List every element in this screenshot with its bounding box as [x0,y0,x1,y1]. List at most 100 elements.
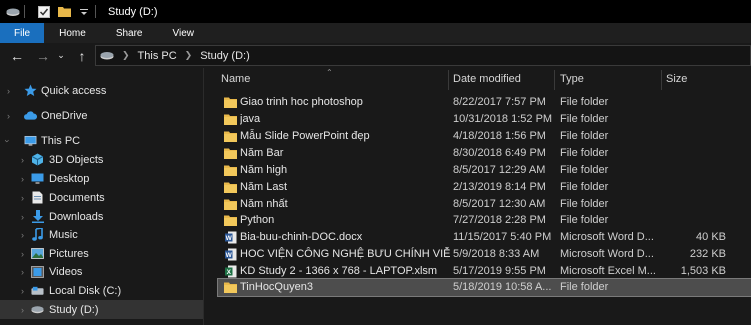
back-button[interactable]: ← [6,45,28,67]
file-size [666,111,726,128]
tab-view[interactable]: View [158,23,210,43]
file-type: File folder [560,281,609,293]
svg-text:W: W [225,235,232,242]
column-header-size[interactable]: Size [666,68,746,90]
file-name: TinHocQuyen3 [240,281,313,293]
chevron-right-icon[interactable]: › [21,286,24,296]
recent-locations-button[interactable]: ⌄ [54,45,68,67]
title-separator [95,5,96,18]
address-bar[interactable]: ❯ This PC ❯ Study (D:) [95,45,751,66]
new-folder-icon[interactable] [57,5,71,19]
chevron-right-icon[interactable]: › [21,212,24,222]
desktop-icon [31,172,44,185]
nav-label: Study (D:) [49,303,99,316]
nav-item-onedrive[interactable]: › OneDrive [0,106,203,125]
customize-chevron-icon[interactable] [77,5,91,19]
file-date: 7/27/2018 2:28 PM [453,214,546,226]
video-icon [31,265,44,278]
column-header-name[interactable]: Name [221,68,446,90]
table-row[interactable]: X KD Study 2 - 1366 x 768 - LAPTOP.xlsm … [218,263,751,280]
excel-icon: X [224,265,237,278]
chevron-right-icon[interactable]: › [21,230,24,240]
folder-icon [224,198,237,211]
file-size: 232 KB [689,248,726,260]
nav-item-local-disk-c[interactable]: › Local Disk (C:) [0,281,203,300]
breadcrumb-study-d[interactable]: Study (D:) [200,50,250,62]
file-size [666,212,726,229]
chevron-right-icon[interactable]: › [21,267,24,277]
nav-item-videos[interactable]: › Videos [0,262,203,281]
column-divider[interactable] [448,70,449,90]
chevron-right-icon[interactable]: › [21,155,24,165]
table-row[interactable]: Năm high 8/5/2017 12:29 AM File folder [218,162,751,179]
table-row[interactable]: Python 7/27/2018 2:28 PM File folder [218,212,751,229]
window-title: Study (D:) [108,5,158,18]
column-header-type[interactable]: Type [560,68,660,90]
nav-item-study-d[interactable]: › Study (D:) [0,300,203,319]
drive-icon [31,303,44,316]
file-date: 8/5/2017 12:30 AM [453,198,546,210]
file-type: File folder [560,113,609,125]
svg-text:X: X [226,269,231,276]
chevron-right-icon[interactable]: › [21,249,24,259]
nav-item-this-pc[interactable]: › This PC [0,131,203,150]
file-date: 11/15/2017 5:40 PM [453,231,552,243]
drive-icon [31,284,44,297]
title-separator [24,5,25,18]
table-row[interactable]: Giao trinh hoc photoshop 8/22/2017 7:57 … [218,94,751,111]
chevron-right-icon[interactable]: › [21,174,24,184]
file-list: ⌃ Name Date modified Type Size Giao trin… [204,68,751,325]
word-icon: W [224,248,237,261]
file-type: File folder [560,214,609,226]
file-date: 4/18/2018 1:56 PM [453,130,546,142]
file-type: File folder [560,130,609,142]
file-size [666,279,726,296]
table-row[interactable]: Mẫu Slide PowerPoint đẹp 4/18/2018 1:56 … [218,128,751,145]
table-row[interactable]: Năm Last 2/13/2019 8:14 PM File folder [218,179,751,196]
chevron-right-icon[interactable]: › [7,86,10,96]
breadcrumb-this-pc[interactable]: This PC [138,50,177,62]
nav-item-quick-access[interactable]: › Quick access [0,81,203,100]
file-name: KD Study 2 - 1366 x 768 - LAPTOP.xlsm [240,265,438,277]
file-type: File folder [560,164,609,176]
file-date: 10/31/2018 1:52 PM [453,113,553,125]
file-name: Giao trinh hoc photoshop [240,96,363,108]
document-icon [31,191,44,204]
file-size [666,128,726,145]
table-row[interactable]: W HOC VIỆN CÔNG NGHỆ BƯU CHÍNH VIỄ... 5/… [218,246,751,263]
folder-icon [224,96,237,109]
chevron-right-icon[interactable]: › [21,305,24,315]
chevron-down-icon[interactable]: › [3,139,13,142]
properties-check-icon[interactable] [37,5,51,19]
nav-item-desktop[interactable]: › Desktop [0,169,203,188]
forward-button[interactable]: → [32,45,54,67]
nav-item-3d-objects[interactable]: › 3D Objects [0,150,203,169]
up-button[interactable]: ↑ [71,45,93,67]
svg-text:W: W [225,252,232,259]
tab-file[interactable]: File [0,23,45,43]
file-date: 8/22/2017 7:57 PM [453,96,546,108]
file-name: HOC VIỆN CÔNG NGHỆ BƯU CHÍNH VIỄ... [240,248,450,260]
file-name: Năm nhất [240,198,288,210]
nav-item-documents[interactable]: › Documents [0,188,203,207]
nav-label: Music [49,228,78,241]
table-row[interactable]: java 10/31/2018 1:52 PM File folder [218,111,751,128]
column-divider[interactable] [554,70,555,90]
table-row[interactable]: Năm nhất 8/5/2017 12:30 AM File folder [218,196,751,213]
chevron-right-icon[interactable]: › [21,193,24,203]
file-name: Mẫu Slide PowerPoint đẹp [240,130,370,142]
table-row[interactable]: Năm Bar 8/30/2018 6:49 PM File folder [218,145,751,162]
file-name: java [240,113,261,125]
nav-item-downloads[interactable]: › Downloads [0,207,203,226]
drive-icon[interactable] [6,5,20,19]
nav-item-music[interactable]: › Music [0,225,203,244]
table-row[interactable]: TinHocQuyen3 5/18/2019 10:58 A... File f… [217,278,751,297]
table-row[interactable]: W Bia-buu-chinh-DOC.docx 11/15/2017 5:40… [218,229,751,246]
tab-share[interactable]: Share [101,23,158,43]
nav-item-pictures[interactable]: › Pictures [0,244,203,263]
column-divider[interactable] [661,70,662,90]
file-size [666,145,726,162]
column-header-date[interactable]: Date modified [453,68,553,90]
chevron-right-icon[interactable]: › [7,111,10,121]
tab-home[interactable]: Home [44,23,101,43]
